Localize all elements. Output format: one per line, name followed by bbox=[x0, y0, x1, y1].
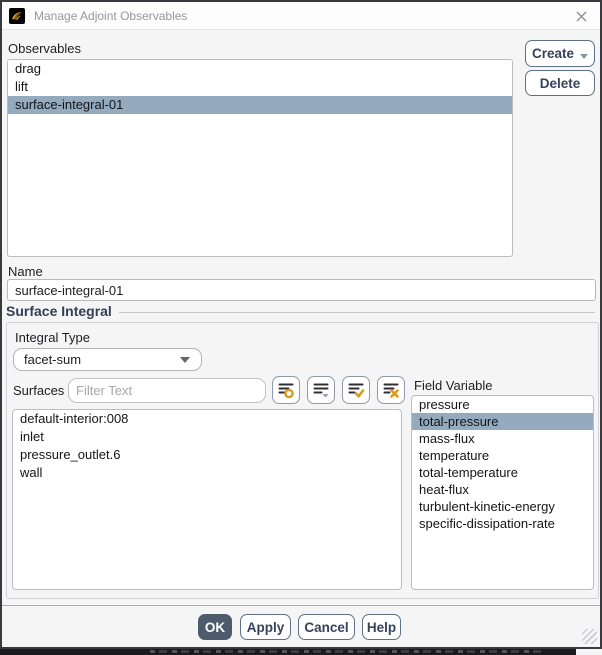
ok-button-label: OK bbox=[204, 619, 226, 635]
list-item-selected[interactable]: surface-integral-01 bbox=[8, 96, 512, 114]
deselect-all-icon[interactable] bbox=[377, 376, 405, 404]
name-input[interactable] bbox=[7, 279, 596, 301]
list-item[interactable]: temperature bbox=[412, 447, 593, 464]
create-button[interactable]: Create bbox=[525, 40, 595, 67]
surface-integral-title: Surface Integral bbox=[6, 303, 112, 319]
surfaces-label: Surfaces bbox=[13, 383, 65, 398]
observables-list: drag lift surface-integral-01 bbox=[7, 59, 513, 257]
fluent-logo-icon bbox=[9, 7, 25, 24]
surfaces-list: default-interior:008 inlet pressure_outl… bbox=[12, 409, 402, 590]
group-title-rule bbox=[119, 312, 595, 313]
list-item-selected[interactable]: total-pressure bbox=[412, 413, 593, 430]
name-label: Name bbox=[8, 264, 43, 279]
field-variable-label: Field Variable bbox=[414, 378, 493, 393]
apply-button-label: Apply bbox=[246, 619, 285, 635]
list-item[interactable]: pressure_outlet.6 bbox=[13, 446, 401, 464]
footer-separator bbox=[2, 605, 600, 606]
window-title: Manage Adjoint Observables bbox=[34, 8, 188, 23]
observables-label: Observables bbox=[8, 41, 81, 56]
field-variable-list: pressure total-pressure mass-flux temper… bbox=[411, 395, 594, 590]
close-icon[interactable] bbox=[571, 6, 591, 26]
background-window-edge bbox=[0, 649, 602, 655]
cancel-button[interactable]: Cancel bbox=[298, 614, 355, 640]
integral-type-dropdown[interactable]: facet-sum bbox=[13, 348, 202, 371]
list-item[interactable]: specific-dissipation-rate bbox=[412, 515, 593, 532]
cancel-button-label: Cancel bbox=[304, 619, 349, 635]
screen: Manage Adjoint Observables Observables d… bbox=[0, 0, 602, 655]
dropdown-arrow-icon bbox=[180, 356, 190, 363]
delete-button[interactable]: Delete bbox=[525, 70, 595, 96]
help-button-label: Help bbox=[366, 619, 397, 635]
help-button[interactable]: Help bbox=[362, 614, 401, 640]
surfaces-filter-input[interactable] bbox=[68, 378, 266, 403]
chevron-down-icon bbox=[580, 54, 589, 59]
select-all-icon[interactable] bbox=[342, 376, 370, 404]
manage-adjoint-observables-dialog: Manage Adjoint Observables Observables d… bbox=[0, 0, 602, 649]
list-display-options-icon[interactable] bbox=[307, 376, 335, 404]
filter-options-icon[interactable] bbox=[272, 376, 300, 404]
list-item[interactable]: turbulent-kinetic-energy bbox=[412, 498, 593, 515]
apply-button[interactable]: Apply bbox=[240, 614, 291, 640]
create-button-label: Create bbox=[531, 46, 575, 61]
delete-button-label: Delete bbox=[539, 75, 581, 91]
title-bar[interactable]: Manage Adjoint Observables bbox=[2, 2, 600, 30]
list-item[interactable]: wall bbox=[13, 464, 401, 482]
list-item[interactable]: total-temperature bbox=[412, 464, 593, 481]
list-item[interactable]: lift bbox=[8, 78, 512, 96]
integral-type-value: facet-sum bbox=[24, 352, 82, 367]
list-item[interactable]: inlet bbox=[13, 428, 401, 446]
list-item[interactable]: mass-flux bbox=[412, 430, 593, 447]
integral-type-label: Integral Type bbox=[15, 330, 90, 345]
background-window-noise bbox=[0, 649, 576, 655]
list-item[interactable]: default-interior:008 bbox=[13, 410, 401, 428]
resize-grip[interactable] bbox=[582, 629, 597, 644]
list-item[interactable]: heat-flux bbox=[412, 481, 593, 498]
list-item[interactable]: pressure bbox=[412, 396, 593, 413]
list-item[interactable]: drag bbox=[8, 60, 512, 78]
ok-button[interactable]: OK bbox=[198, 614, 232, 640]
